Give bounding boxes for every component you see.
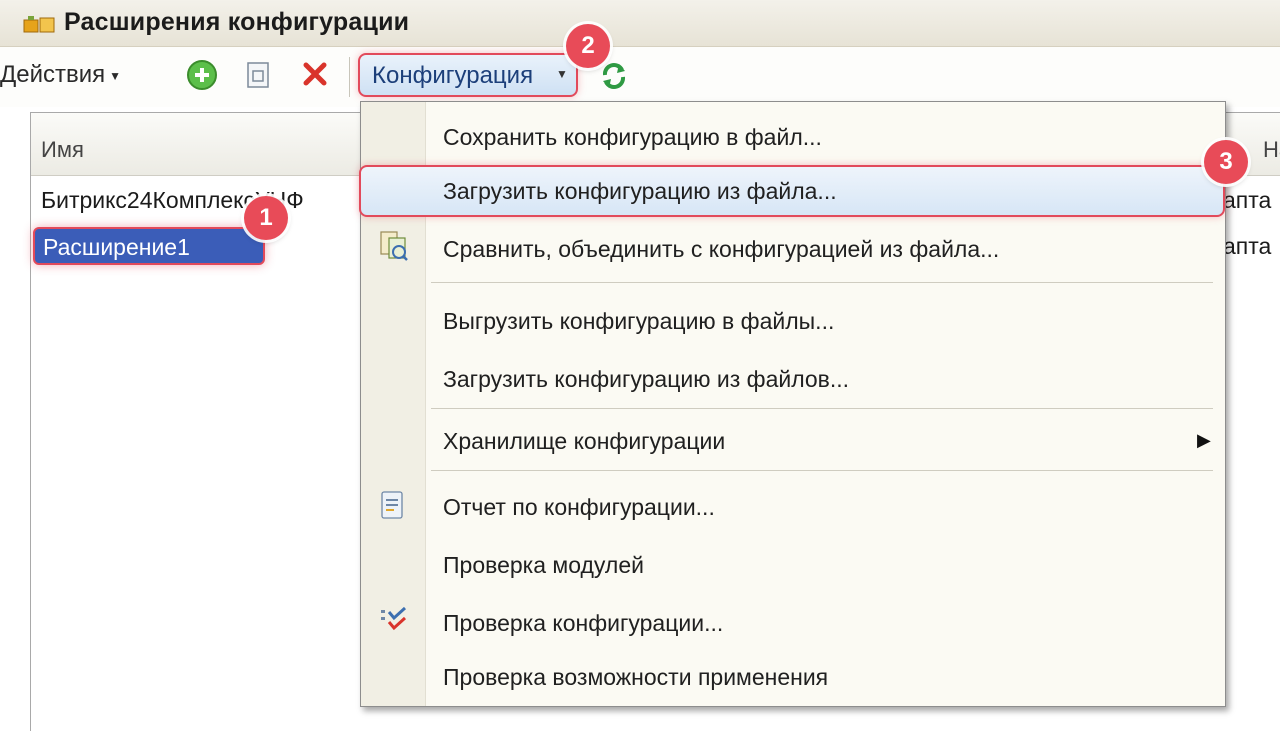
menu-item-label: Загрузить конфигурацию из файла... [443,178,837,204]
check-configuration-icon [381,606,407,631]
menu-separator [431,282,1213,283]
menu-item-label: Загрузить конфигурацию из файлов... [443,366,850,392]
report-icon [381,491,403,519]
chevron-down-icon: ▼ [556,67,568,81]
row-extra: апта [1223,233,1272,259]
menu-item-label: Проверка конфигурации... [443,610,724,636]
menu-item-label: Выгрузить конфигурацию в файлы... [443,308,835,334]
menu-item-export-to-files[interactable]: Выгрузить конфигурацию в файлы... [361,294,1225,348]
menu-item-label: Проверка возможности применения [443,664,829,690]
step-badge-1: 1 [244,196,288,240]
actions-label: Действия [0,61,106,88]
menu-item-check-applicability[interactable]: Проверка возможности применения [361,654,1225,708]
refresh-icon[interactable] [598,61,630,91]
step-badge-3: 3 [1204,140,1248,184]
submenu-arrow-icon: ▶ [1197,430,1211,450]
window-title: Расширения конфигурации [64,8,410,36]
copy-icon[interactable] [246,61,272,89]
window-titlebar: Расширения конфигурации [0,0,1280,47]
actions-menu-button[interactable]: Действия ▼ [0,61,121,89]
configuration-dropdown-menu: Сохранить конфигурацию в файл... Загрузи… [359,101,1226,708]
delete-icon[interactable] [302,61,328,87]
compare-icon [380,231,408,261]
configuration-label: Конфигурация [372,62,534,89]
menu-item-label: Проверка модулей [443,552,644,578]
menu-item-load-from-files[interactable]: Загрузить конфигурацию из файлов... [361,352,1225,406]
add-icon[interactable] [186,59,218,91]
chevron-down-icon: ▼ [109,68,122,83]
row-extra: апта [1223,187,1272,213]
row-name: Расширение1 [43,234,190,260]
step-badge-2: 2 [566,24,610,68]
selected-row-highlight[interactable]: Расширение1 [33,227,265,265]
menu-item-label: Сохранить конфигурацию в файл... [443,124,822,150]
column-header-right[interactable]: Наз [1263,137,1280,163]
menu-item-check-modules[interactable]: Проверка модулей [361,538,1225,592]
menu-item-config-report[interactable]: Отчет по конфигурации... [361,480,1225,534]
menu-item-config-repository[interactable]: Хранилище конфигурации ▶ [361,414,1225,468]
menu-item-load-from-file[interactable]: Загрузить конфигурацию из файла... [359,164,1225,218]
menu-item-check-configuration[interactable]: Проверка конфигурации... [361,596,1225,650]
column-header-name[interactable]: Имя [41,137,84,163]
menu-item-compare-merge[interactable]: Сравнить, объединить с конфигурацией из … [361,222,1225,276]
menu-item-save-to-file[interactable]: Сохранить конфигурацию в файл... [361,110,1225,164]
toolbar: Действия ▼ Конфигурация ▼ [0,47,1280,107]
menu-item-label: Отчет по конфигурации... [443,494,715,520]
menu-separator [431,470,1213,471]
menu-separator [431,408,1213,409]
extensions-icon [23,16,55,33]
toolbar-separator [349,57,350,97]
menu-item-label: Сравнить, объединить с конфигурацией из … [443,236,1000,262]
menu-item-label: Хранилище конфигурации [443,428,726,454]
configuration-menu-button[interactable]: Конфигурация ▼ [358,53,578,97]
